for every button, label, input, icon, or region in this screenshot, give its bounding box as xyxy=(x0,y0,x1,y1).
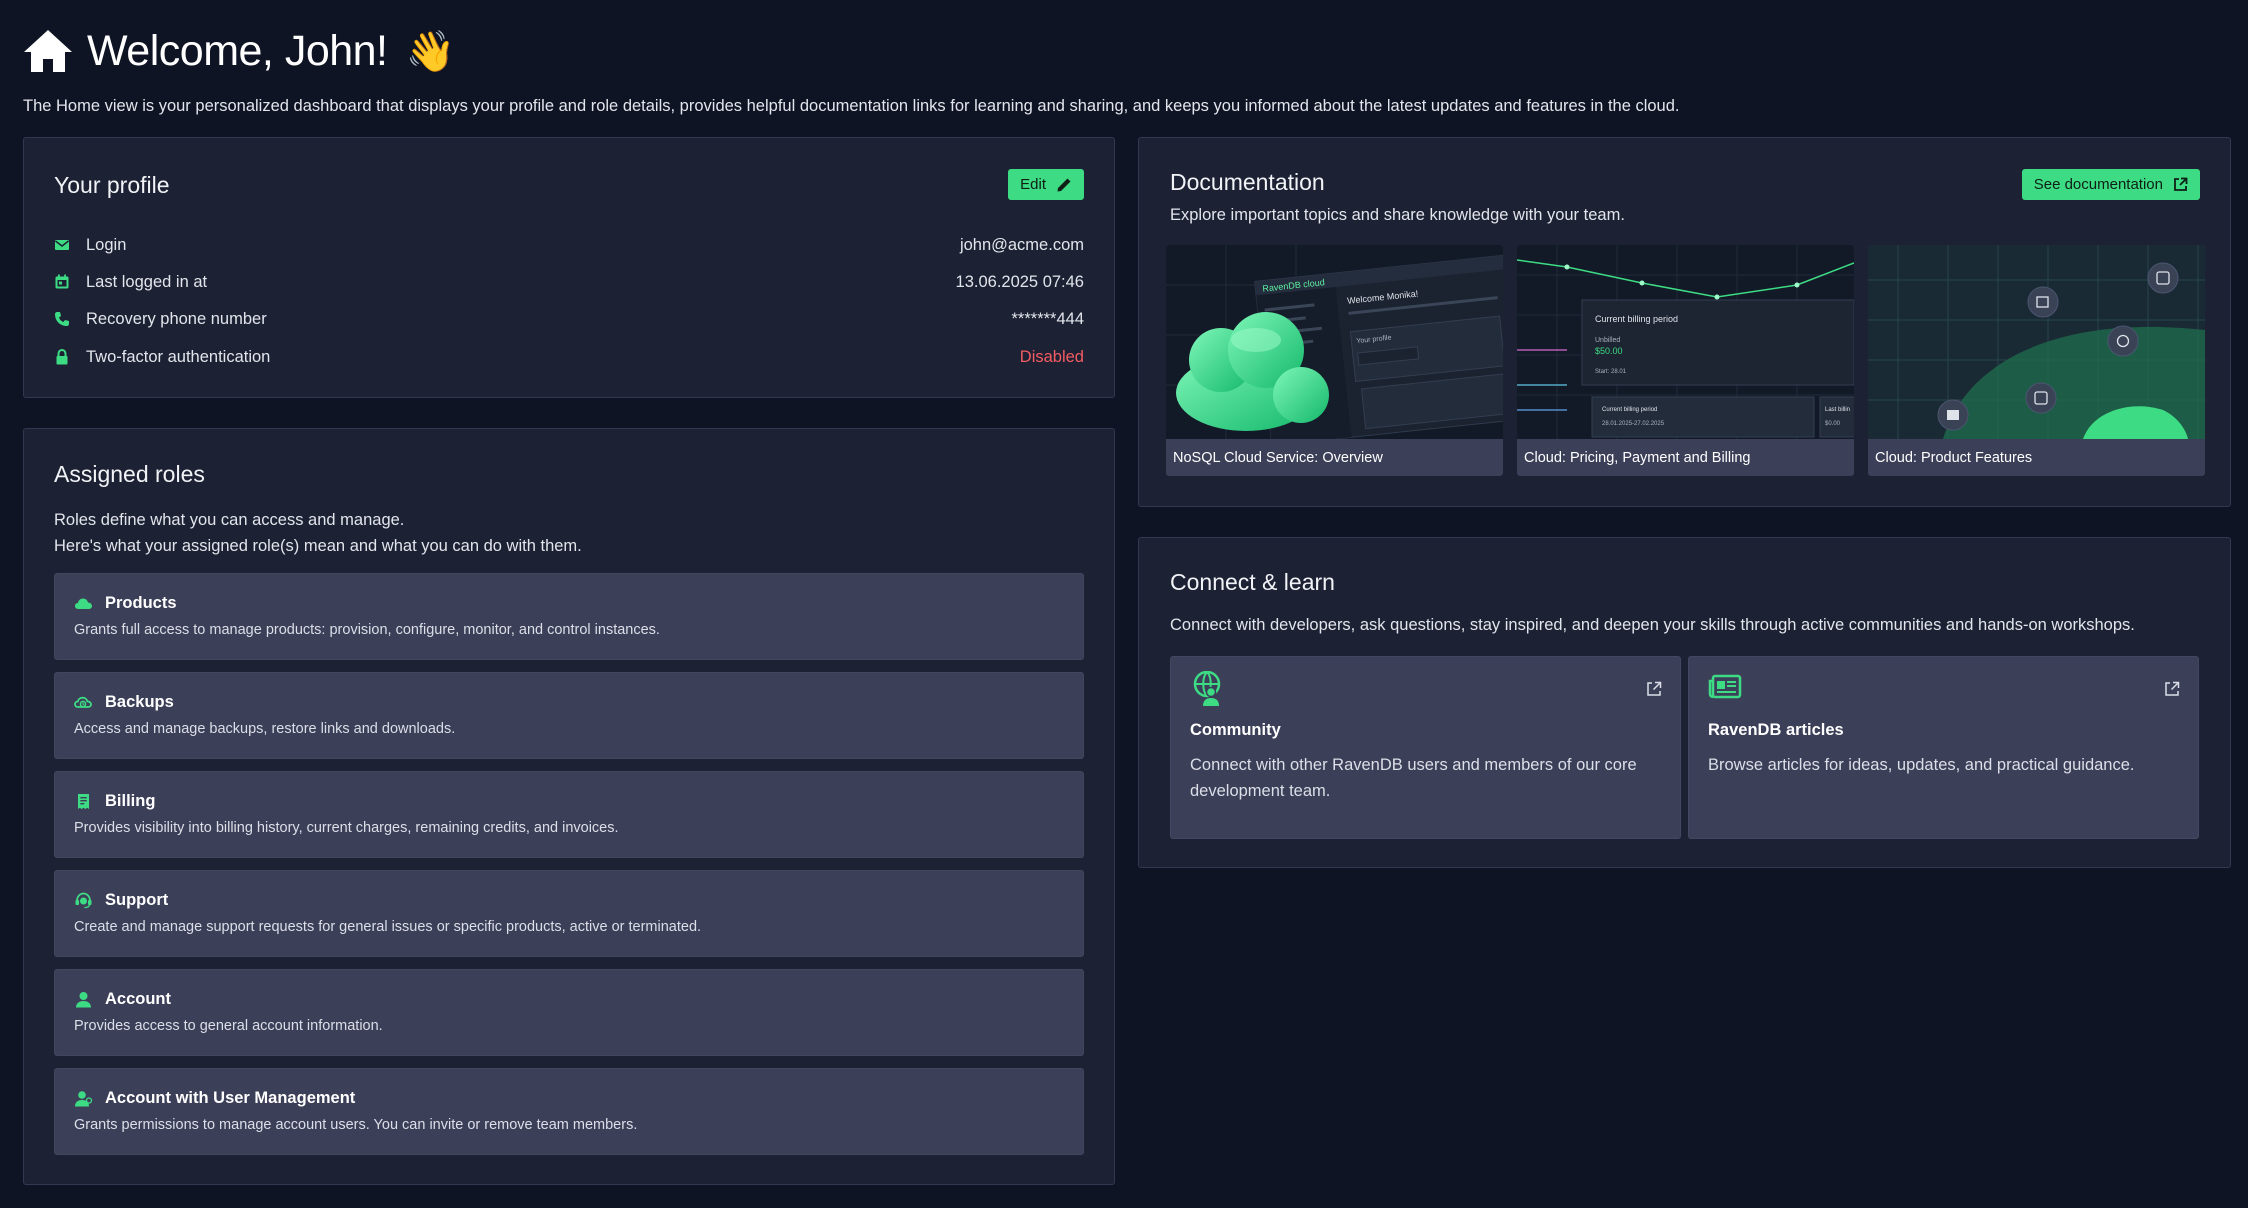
doc-card-title: NoSQL Cloud Service: Overview xyxy=(1173,450,1383,466)
doc-card-title: Cloud: Product Features xyxy=(1875,450,2033,466)
doc-card-pricing[interactable]: Current billing period Unbilled $50.00 S… xyxy=(1517,245,1854,476)
page-title: Welcome, John! xyxy=(87,26,388,75)
support-icon xyxy=(75,892,92,909)
mail-icon xyxy=(55,240,69,250)
thumb-last-amount: $0.00 xyxy=(1825,421,1841,427)
roles-panel: Assigned roles Roles define what you can… xyxy=(23,428,1115,1185)
profile-row-login: Login john@acme.com xyxy=(54,230,1084,260)
thumb-billing-period: Current billing period xyxy=(1595,314,1678,324)
overview-thumbnail: RavenDB cloud Welcome Monika! Your profi… xyxy=(1166,245,1503,439)
phone-icon xyxy=(55,312,69,326)
role-description: Grants full access to manage products: p… xyxy=(74,622,660,638)
role-name: Support xyxy=(105,891,169,909)
doc-card-features[interactable]: Cloud: Product Features xyxy=(1868,245,2205,476)
thumb-range: 28.01.2025-27.02.2025 xyxy=(1602,421,1665,427)
profile-row-phone: Recovery phone number *******444 xyxy=(54,304,1084,334)
role-description: Provides access to general account infor… xyxy=(74,1018,383,1034)
thumb-amount: $50.00 xyxy=(1595,346,1623,356)
profile-title: Your profile xyxy=(54,172,170,198)
profile-row-2fa: Two-factor authentication Disabled xyxy=(54,342,1084,372)
lock-icon xyxy=(56,349,68,365)
role-card-billing: Billing Provides visibility into billing… xyxy=(54,771,1084,858)
thumb-cbp: Current billing period xyxy=(1602,407,1657,413)
cloud-icon xyxy=(75,598,92,609)
roles-desc-line-1: Roles define what you can access and man… xyxy=(54,511,405,529)
community-description: Connect with other RavenDB users and mem… xyxy=(1190,756,1637,800)
doc-card-title: Cloud: Pricing, Payment and Billing xyxy=(1524,450,1751,466)
role-name: Backups xyxy=(105,693,174,711)
role-description: Create and manage support requests for g… xyxy=(74,919,702,935)
role-card-products: Products Grants full access to manage pr… xyxy=(54,573,1084,660)
community-card[interactable]: Community Connect with other RavenDB use… xyxy=(1170,656,1681,839)
role-card-backups: Backups Access and manage backups, resto… xyxy=(54,672,1084,759)
see-documentation-button[interactable]: See documentation xyxy=(2021,169,2200,200)
connect-description: Connect with developers, ask questions, … xyxy=(1170,616,2135,634)
role-description: Access and manage backups, restore links… xyxy=(74,721,456,737)
login-label: Login xyxy=(86,235,127,254)
users-icon xyxy=(75,1091,93,1107)
page-header: Welcome, John! 👋 xyxy=(23,22,455,80)
community-title: Community xyxy=(1190,721,1281,739)
see-documentation-label: See documentation xyxy=(2033,176,2163,193)
community-icon xyxy=(1193,671,1221,706)
roles-title: Assigned roles xyxy=(54,461,205,487)
features-thumbnail xyxy=(1868,245,2205,439)
profile-panel: Your profile Edit Login john@acme.com La xyxy=(23,137,1115,398)
billing-icon xyxy=(78,794,89,809)
wave-emoji: 👋 xyxy=(405,29,456,74)
connect-title: Connect & learn xyxy=(1170,569,1335,595)
role-name: Products xyxy=(105,594,177,612)
thumb-start: Start: 28.01 xyxy=(1595,369,1627,375)
phone-value: *******444 xyxy=(1011,309,1084,328)
backup-icon xyxy=(74,696,92,708)
edit-label: Edit xyxy=(1020,176,1046,193)
role-description: Grants permissions to manage account use… xyxy=(74,1117,638,1133)
roles-description: Roles define what you can access and man… xyxy=(54,507,582,559)
role-card-account: Account Provides access to general accou… xyxy=(54,969,1084,1056)
role-card-account-user-management: Account with User Management Grants perm… xyxy=(54,1068,1084,1155)
user-icon xyxy=(76,992,91,1008)
thumb-unbilled: Unbilled xyxy=(1595,337,1620,344)
home-icon xyxy=(24,30,72,72)
2fa-status: Disabled xyxy=(1019,347,1084,366)
login-value: john@acme.com xyxy=(959,235,1084,254)
external-link-icon xyxy=(2174,177,2188,191)
2fa-label: Two-factor authentication xyxy=(86,347,271,366)
pricing-thumbnail: Current billing period Unbilled $50.00 S… xyxy=(1517,245,1854,439)
documentation-description: Explore important topics and share knowl… xyxy=(1170,206,1625,224)
role-card-support: Support Create and manage support reques… xyxy=(54,870,1084,957)
doc-card-overview[interactable]: RavenDB cloud Welcome Monika! Your profi… xyxy=(1166,245,1503,476)
external-link-icon[interactable] xyxy=(2164,681,2180,697)
calendar-icon xyxy=(55,274,69,289)
documentation-panel: Documentation Explore important topics a… xyxy=(1138,137,2231,507)
external-link-icon[interactable] xyxy=(1646,681,1662,697)
pencil-icon xyxy=(1057,178,1071,191)
articles-card[interactable]: RavenDB articles Browse articles for ide… xyxy=(1688,656,2199,839)
role-name: Billing xyxy=(105,792,156,810)
roles-desc-line-2: Here's what your assigned role(s) mean a… xyxy=(54,537,582,555)
thumb-last: Last billin xyxy=(1825,407,1850,413)
last-login-value: 13.06.2025 07:46 xyxy=(955,272,1084,291)
connect-learn-panel: Connect & learn Connect with developers,… xyxy=(1138,537,2231,868)
phone-label: Recovery phone number xyxy=(86,309,267,328)
page-subtitle: The Home view is your personalized dashb… xyxy=(23,97,1680,115)
edit-profile-button[interactable]: Edit xyxy=(1008,169,1084,200)
articles-icon xyxy=(1708,674,1742,699)
profile-row-last-login: Last logged in at 13.06.2025 07:46 xyxy=(54,267,1084,297)
last-login-label: Last logged in at xyxy=(86,272,208,291)
role-description: Provides visibility into billing history… xyxy=(74,820,619,836)
role-name: Account xyxy=(105,990,171,1008)
articles-title: RavenDB articles xyxy=(1708,721,1844,739)
documentation-title: Documentation xyxy=(1170,169,1325,195)
articles-description: Browse articles for ideas, updates, and … xyxy=(1708,756,2135,774)
role-name: Account with User Management xyxy=(105,1089,356,1107)
